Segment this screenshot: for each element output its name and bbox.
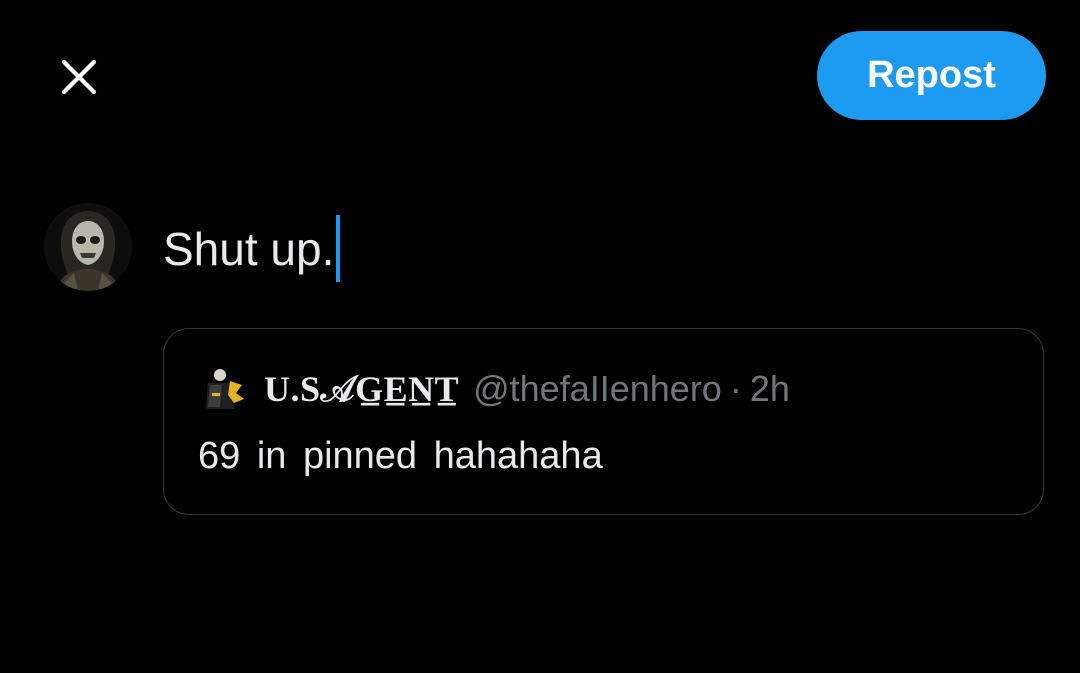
soldier-avatar-icon: [198, 363, 250, 415]
text-caret: [336, 214, 341, 282]
compose-text: Shut up.: [163, 223, 335, 275]
repost-button[interactable]: Repost: [817, 31, 1046, 120]
quoted-display-name[interactable]: U.S𝒜G̲E̲N̲T̲: [264, 368, 459, 411]
quoted-handle[interactable]: @thefaIIenhero: [473, 368, 722, 410]
user-avatar[interactable]: [44, 203, 132, 291]
masked-figure-avatar-icon: [44, 203, 132, 291]
quoted-timestamp[interactable]: 2h: [750, 368, 790, 410]
close-button[interactable]: [50, 48, 108, 106]
quoted-post-header: U.S𝒜G̲E̲N̲T̲ @thefaIIenhero · 2h: [198, 363, 790, 415]
repost-compose-screen: Repost Shut up. U.S𝒜G̲E̲N̲T̲ @thefaIIenh…: [0, 0, 1080, 673]
close-icon: [61, 59, 97, 95]
compose-text-input[interactable]: Shut up.: [163, 214, 341, 282]
quoted-user-avatar[interactable]: [198, 363, 250, 415]
quoted-post-text: 69 in pinned hahahaha: [198, 435, 603, 477]
quoted-post-card[interactable]: U.S𝒜G̲E̲N̲T̲ @thefaIIenhero · 2h 69 in p…: [163, 328, 1044, 515]
meta-separator: ·: [729, 368, 742, 409]
